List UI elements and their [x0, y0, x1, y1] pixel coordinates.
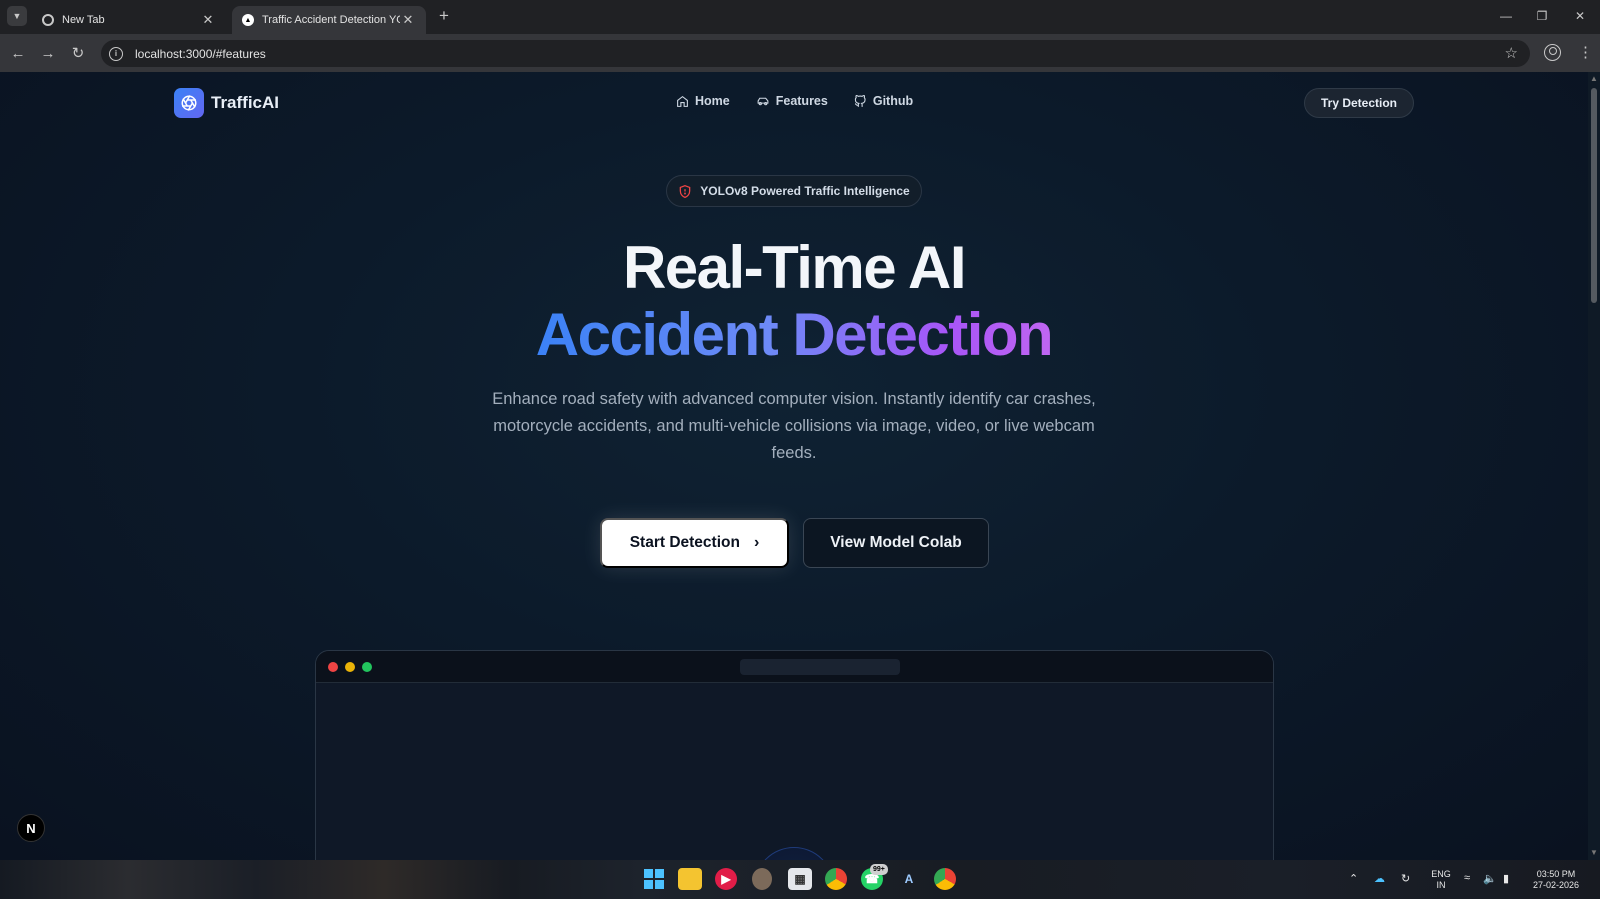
- nextjs-dev-indicator[interactable]: N: [17, 814, 45, 842]
- forward-arrow-icon[interactable]: →: [38, 43, 58, 63]
- wifi-icon[interactable]: ≈: [1464, 872, 1470, 884]
- github-icon: [854, 94, 866, 107]
- profile-icon[interactable]: [1544, 44, 1561, 61]
- tab-title: New Tab: [62, 14, 105, 26]
- region-code: IN: [1436, 880, 1446, 890]
- language-code: ENG: [1431, 869, 1451, 879]
- clock-date: 27-02-2026: [1532, 880, 1580, 890]
- tab-title: Traffic Accident Detection YOLO: [262, 14, 400, 26]
- microsoft-store-icon[interactable]: ▦: [788, 868, 812, 890]
- nav-github-link[interactable]: Github: [854, 94, 913, 108]
- bookmark-star-icon[interactable]: ☆: [1505, 44, 1518, 62]
- sync-icon[interactable]: ↻: [1401, 872, 1410, 885]
- green-dot-icon: [362, 662, 372, 672]
- clock[interactable]: 03:50 PM 27-02-2026: [1527, 869, 1585, 891]
- app-preview-window: [315, 650, 1274, 860]
- onedrive-cloud-icon[interactable]: ☁: [1374, 872, 1385, 885]
- nav-home-label: Home: [695, 94, 730, 108]
- scroll-up-arrow-icon[interactable]: ▲: [1590, 74, 1598, 83]
- battery-icon[interactable]: ▮: [1503, 872, 1509, 885]
- nav-github-label: Github: [872, 94, 914, 108]
- vercel-favicon-icon: ▲: [242, 14, 254, 26]
- windows-taskbar: ▶ ▦ ☎ 99+ A ⌃ ☁ ↻ ENG IN ≈ 🔈 ▮ 03:50 PM …: [0, 860, 1600, 899]
- scroll-down-arrow-icon[interactable]: ▼: [1590, 848, 1598, 857]
- volume-icon[interactable]: 🔈: [1483, 872, 1497, 885]
- azure-data-studio-icon[interactable]: A: [897, 868, 921, 890]
- address-bar[interactable]: i localhost:3000/#features ☆: [101, 40, 1530, 67]
- browser-toolbar: ← → ↻ i localhost:3000/#features ☆ ⋮: [0, 34, 1600, 72]
- page-viewport: TrafficAI Home Features Github Try Detec…: [0, 72, 1588, 860]
- media-player-icon[interactable]: ▶: [715, 868, 737, 890]
- tray-overflow-chevron-icon[interactable]: ⌃: [1349, 872, 1358, 885]
- restore-window-icon[interactable]: ❐: [1527, 6, 1557, 26]
- new-tab-plus-icon[interactable]: +: [434, 6, 454, 26]
- try-detection-button[interactable]: Try Detection: [1304, 88, 1414, 118]
- hero-badge-text: YOLOv8 Powered Traffic Intelligence: [700, 184, 910, 198]
- nav-features-link[interactable]: Features: [756, 94, 828, 108]
- browser-tab-new-tab[interactable]: New Tab ✕: [32, 6, 226, 34]
- home-icon: [677, 95, 688, 107]
- brand-name: TrafficAI: [211, 93, 280, 112]
- browser-tab-bar: ▼ New Tab ✕ ▲ Traffic Accident Detection…: [0, 0, 1600, 34]
- tab-list-chevron-icon[interactable]: ▼: [7, 6, 27, 26]
- preview-url-bar: [740, 659, 900, 675]
- file-explorer-icon[interactable]: [678, 868, 702, 890]
- nav-home-link[interactable]: Home: [676, 94, 730, 108]
- chevron-right-icon: ›: [753, 534, 760, 551]
- hero-title-line-2: Accident Detection: [0, 300, 1588, 370]
- hero-title-line-1: Real-Time AI: [622, 234, 967, 301]
- windows-start-icon[interactable]: [642, 868, 666, 890]
- brand-logo[interactable]: TrafficAI: [174, 88, 279, 118]
- main-nav: Home Features Github: [676, 94, 939, 108]
- chrome-favicon-icon: [42, 14, 54, 26]
- browser-tab-traffic-detection[interactable]: ▲ Traffic Accident Detection YOLO ✕: [232, 6, 426, 34]
- whatsapp-notification-badge: 99+: [870, 864, 888, 875]
- clock-time: 03:50 PM: [1536, 869, 1576, 879]
- contact-avatar-icon[interactable]: [752, 868, 772, 890]
- kebab-menu-icon[interactable]: ⋮: [1578, 43, 1593, 61]
- page-scrollbar[interactable]: ▲ ▼: [1588, 72, 1600, 860]
- language-indicator[interactable]: ENG IN: [1426, 869, 1456, 891]
- start-detection-button[interactable]: Start Detection ›: [600, 518, 789, 568]
- aperture-logo-icon: [174, 88, 204, 118]
- shield-icon: [679, 184, 691, 198]
- car-icon: [757, 97, 769, 105]
- address-url[interactable]: localhost:3000/#features: [135, 47, 266, 61]
- view-model-colab-button[interactable]: View Model Colab: [803, 518, 989, 568]
- chrome-browser-active-icon[interactable]: [934, 868, 956, 890]
- hero-badge: YOLOv8 Powered Traffic Intelligence: [666, 175, 922, 207]
- close-tab-icon[interactable]: ✕: [200, 12, 216, 28]
- close-tab-icon[interactable]: ✕: [400, 12, 416, 28]
- preview-glow-circle: [754, 847, 834, 860]
- red-dot-icon: [328, 662, 338, 672]
- hero-title-gradient-text: Accident Detection: [535, 301, 1054, 368]
- start-detection-label: Start Detection: [629, 534, 740, 551]
- chrome-browser-icon[interactable]: [825, 868, 847, 890]
- minimize-window-icon[interactable]: —: [1491, 6, 1521, 26]
- hero-subtitle: Enhance road safety with advanced comput…: [492, 390, 1096, 462]
- yellow-dot-icon: [345, 662, 355, 672]
- back-arrow-icon[interactable]: ←: [8, 43, 28, 63]
- reload-icon[interactable]: ↻: [68, 43, 88, 63]
- nav-features-label: Features: [775, 94, 828, 108]
- preview-window-titlebar: [316, 651, 1273, 683]
- close-window-icon[interactable]: ✕: [1565, 6, 1595, 26]
- site-info-icon[interactable]: i: [109, 46, 123, 61]
- scrollbar-thumb[interactable]: [1591, 88, 1597, 303]
